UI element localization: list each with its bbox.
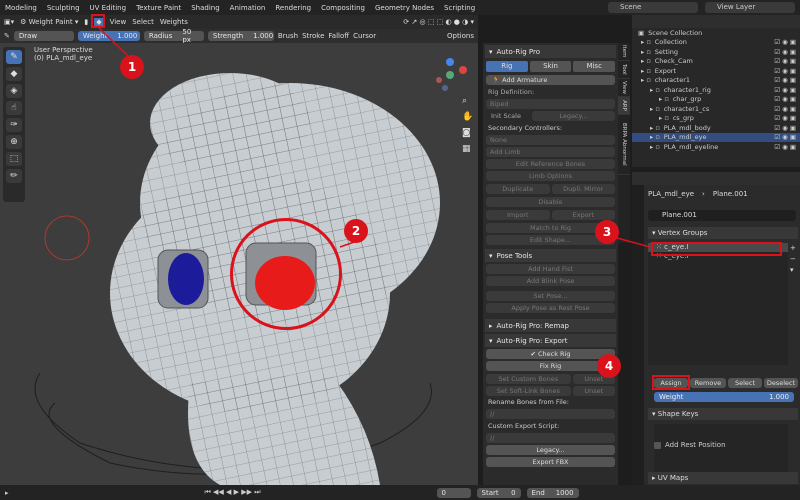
- annotation-badge-4: 4: [597, 354, 621, 378]
- annotation-badge-2: 2: [344, 219, 368, 243]
- annotation-badge-3: 3: [595, 220, 619, 244]
- annotation-circle-eye: [230, 218, 342, 330]
- annotation-box-3: [651, 242, 782, 256]
- annotation-box-4: [652, 375, 690, 390]
- annotation-badge-1: 1: [120, 55, 144, 79]
